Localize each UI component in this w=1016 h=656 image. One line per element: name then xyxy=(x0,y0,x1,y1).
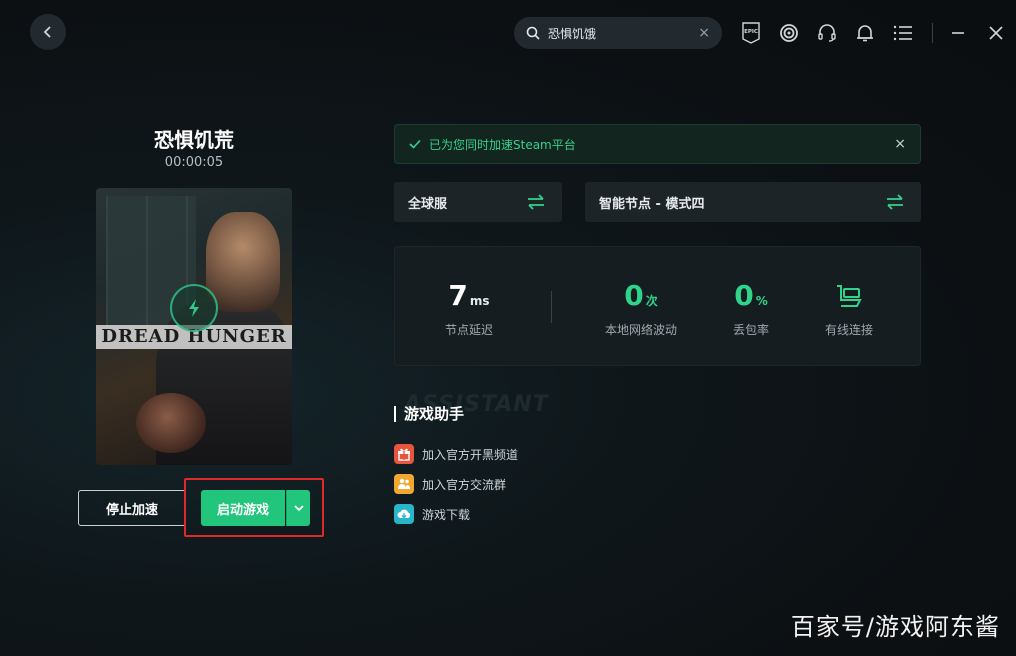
latency-stat: 7 ms 节点延迟 xyxy=(439,281,499,338)
switch-arrows-icon xyxy=(887,194,903,210)
fluctuation-caption: 本地网络波动 xyxy=(604,323,677,337)
node-label: 智能节点 - 模式四 xyxy=(599,196,705,212)
wired-connection-icon xyxy=(837,285,862,307)
server-selector[interactable]: 全球服 xyxy=(394,182,562,222)
fluctuation-value: 0 xyxy=(624,279,644,312)
packet-loss-unit: % xyxy=(755,294,768,308)
check-icon xyxy=(409,139,421,149)
launch-game-button[interactable]: 启动游戏 xyxy=(201,490,285,526)
assistant-item-label: 加入官方交流群 xyxy=(422,477,507,492)
connection-caption: 有线连接 xyxy=(824,323,873,337)
stop-acceleration-button[interactable]: 停止加速 xyxy=(78,490,186,526)
fluctuation-unit: 次 xyxy=(645,294,658,308)
menu-icon[interactable] xyxy=(888,18,918,48)
assistant-item-label: 加入官方开黑频道 xyxy=(422,447,519,462)
notice-text: 已为您同时加速Steam平台 xyxy=(429,137,576,152)
back-button[interactable] xyxy=(30,14,66,50)
game-title: 恐惧饥荒 xyxy=(154,128,234,152)
search-bar[interactable]: 恐惧饥饿 × xyxy=(514,17,722,49)
watermark-text: 百家号/游戏阿东酱 xyxy=(790,613,1000,641)
epic-games-icon[interactable]: EPIC xyxy=(736,18,766,48)
gift-icon xyxy=(394,444,414,464)
latency-value: 7 xyxy=(448,279,468,312)
bell-icon[interactable] xyxy=(850,18,880,48)
notice-close-icon[interactable]: × xyxy=(894,136,906,152)
search-clear-icon[interactable]: × xyxy=(698,25,710,41)
toolbar-divider xyxy=(932,23,933,43)
search-icon xyxy=(526,26,540,40)
assistant-item-voice-channel[interactable]: 加入官方开黑频道 xyxy=(394,444,518,464)
packet-loss-stat: 0% 丢包率 xyxy=(725,281,777,338)
switch-arrows-icon xyxy=(528,194,544,210)
network-stats-panel: 7 ms 节点延迟 0次 本地网络波动 0% 丢包率 有线连接 xyxy=(394,246,921,366)
headset-icon[interactable] xyxy=(812,18,842,48)
minimize-icon[interactable] xyxy=(943,18,973,48)
group-icon xyxy=(394,474,414,494)
node-selector[interactable]: 智能节点 - 模式四 xyxy=(585,182,921,222)
epic-label: EPIC xyxy=(744,29,758,35)
assistant-item-chat-group[interactable]: 加入官方交流群 xyxy=(394,474,506,494)
server-label: 全球服 xyxy=(408,196,448,212)
connection-stat: 有线连接 xyxy=(821,281,877,338)
acceleration-timer: 00:00:05 xyxy=(164,155,224,170)
latency-unit: ms xyxy=(469,294,490,308)
chevron-down-icon xyxy=(293,505,304,512)
launch-options-dropdown[interactable] xyxy=(286,490,310,526)
assistant-title: 游戏助手 xyxy=(394,406,464,422)
latency-caption: 节点延迟 xyxy=(444,323,493,337)
close-icon[interactable] xyxy=(981,18,1011,48)
assistant-item-game-download[interactable]: 游戏下载 xyxy=(394,504,470,524)
stats-divider xyxy=(551,291,552,323)
packet-loss-value: 0 xyxy=(734,279,754,312)
assistant-item-label: 游戏下载 xyxy=(422,507,471,522)
search-input[interactable]: 恐惧饥饿 xyxy=(548,25,698,42)
window-toolbar: EPIC xyxy=(736,18,1016,48)
chevron-left-icon xyxy=(43,26,51,38)
cloud-download-icon xyxy=(394,504,414,524)
packet-loss-caption: 丢包率 xyxy=(732,323,769,337)
boost-logo-icon xyxy=(170,284,218,332)
game-cover-image: DREAD HUNGER xyxy=(96,188,292,465)
uplay-icon[interactable] xyxy=(774,18,804,48)
fluctuation-stat: 0次 本地网络波动 xyxy=(601,281,681,338)
steam-acceleration-notice: 已为您同时加速Steam平台 × xyxy=(394,124,921,164)
